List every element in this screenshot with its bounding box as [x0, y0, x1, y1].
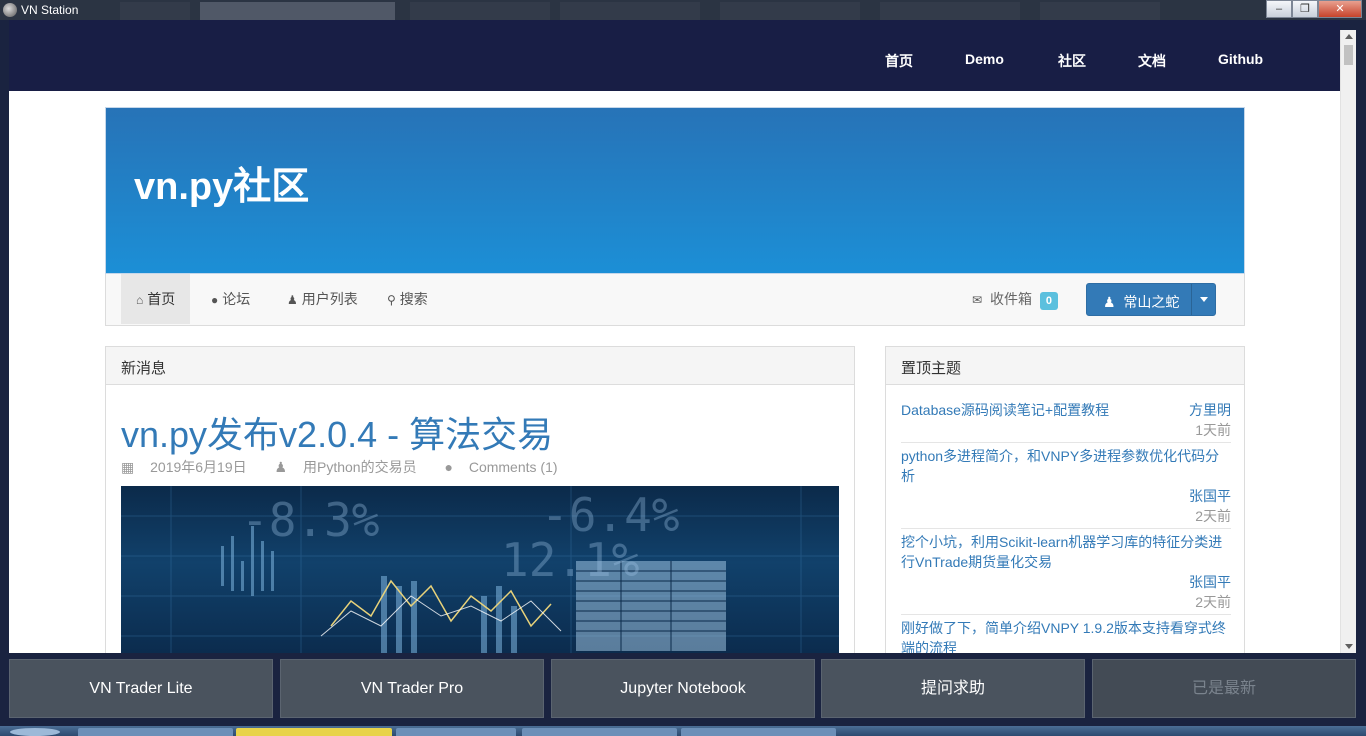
subnav-item-home[interactable]: ⌂ 首页 — [121, 274, 191, 324]
post-hero-image: -8.3% -6.4% 12.1% — [121, 486, 839, 653]
subnav-item-label: 用户列表 — [301, 291, 358, 307]
post-date-text: 2019年6月19日 — [150, 459, 247, 475]
community-banner: vn.py社区 — [105, 107, 1245, 274]
update-status-button: 已是最新 — [1092, 659, 1356, 718]
pinned-topic: 挖个小坑，利用Scikit-learn机器学习库的特征分类进行VnTrade期货… — [901, 532, 1231, 612]
comment-icon: ● — [211, 293, 219, 307]
calendar-icon: ▦ — [121, 459, 135, 475]
topnav-link-github[interactable]: Github — [1218, 51, 1263, 67]
topnav-link-docs[interactable]: 文档 — [1138, 51, 1166, 71]
taskbar-item[interactable] — [396, 728, 516, 736]
background-window-tab — [200, 2, 395, 20]
scroll-down-arrow-icon[interactable] — [1345, 644, 1353, 649]
launcher-bar: VN Trader Lite VN Trader Pro Jupyter Not… — [0, 653, 1366, 726]
user-menu-button[interactable]: ♟ 常山之蛇 — [1086, 283, 1216, 316]
post-comments[interactable]: ● Comments (1) — [444, 459, 569, 475]
subnav-item-users[interactable]: ♟ 用户列表 — [272, 274, 373, 324]
user-icon: ♟ — [1103, 294, 1116, 310]
background-window-tab — [1040, 2, 1160, 20]
search-icon: ⚲ — [387, 293, 396, 307]
envelope-icon: ✉ — [972, 293, 983, 307]
divider — [901, 528, 1231, 529]
user-icon: ♟ — [287, 293, 298, 307]
topic-author-link[interactable]: 张国平 — [901, 572, 1231, 592]
site-top-nav: 首页 Demo 社区 文档 Github — [9, 20, 1340, 91]
caret-down-icon[interactable] — [1200, 297, 1208, 302]
topic-time: 2天前 — [1195, 508, 1231, 524]
background-window-tab — [560, 2, 700, 20]
financial-chart-illustration: -8.3% -6.4%12.1% — [121, 486, 839, 653]
topic-title-link[interactable]: Database源码阅读笔记+配置教程 — [901, 400, 1109, 420]
os-taskbar — [0, 726, 1366, 736]
news-panel-header: 新消息 — [106, 347, 854, 385]
svg-text:12.1%: 12.1% — [501, 533, 639, 587]
inbox-count-badge: 0 — [1039, 292, 1058, 310]
background-window-tab — [120, 2, 190, 20]
scrollbar-thumb[interactable] — [1344, 45, 1353, 65]
scroll-up-arrow-icon[interactable] — [1345, 34, 1353, 39]
jupyter-notebook-button[interactable]: Jupyter Notebook — [551, 659, 815, 718]
community-nav: ⌂ 首页 ● 论坛 ♟ 用户列表 ⚲ 搜索 ✉ 收件箱 0 ♟ 常山之蛇 — [105, 274, 1245, 326]
subnav-item-forum[interactable]: ● 论坛 — [196, 274, 265, 324]
close-button[interactable]: ✕ — [1318, 0, 1362, 18]
banner-title: vn.py社区 — [134, 166, 310, 208]
user-menu-label: ♟ 常山之蛇 — [1103, 292, 1179, 312]
user-icon: ♟ — [274, 459, 288, 475]
inbox-link[interactable]: ✉ 收件箱 0 — [972, 274, 1058, 325]
taskbar-item[interactable] — [78, 728, 233, 736]
comment-icon: ● — [444, 459, 453, 475]
topic-title-link[interactable]: 挖个小坑，利用Scikit-learn机器学习库的特征分类进行VnTrade期货… — [901, 532, 1231, 572]
button-divider — [1191, 284, 1192, 315]
app-icon — [3, 3, 17, 17]
news-panel: 新消息 vn.py发布v2.0.4 - 算法交易 ▦ 2019年6月19日 ♟ … — [105, 346, 855, 653]
vn-trader-lite-button[interactable]: VN Trader Lite — [9, 659, 273, 718]
background-window-tab — [410, 2, 550, 20]
subnav-item-label: 搜索 — [399, 291, 428, 307]
post-meta: ▦ 2019年6月19日 ♟ 用Python的交易员 ● Comments (1… — [121, 457, 582, 477]
background-window-tab — [880, 2, 1020, 20]
svg-text:-8.3%: -8.3% — [241, 493, 379, 547]
post-date: ▦ 2019年6月19日 — [121, 459, 259, 475]
ask-help-button[interactable]: 提问求助 — [821, 659, 1085, 718]
taskbar-item[interactable] — [681, 728, 836, 736]
topic-author-link[interactable]: 方里明 — [1189, 400, 1231, 420]
home-icon: ⌂ — [136, 293, 144, 307]
subnav-item-search[interactable]: ⚲ 搜索 — [372, 274, 443, 324]
minimize-button[interactable]: – — [1266, 0, 1292, 18]
post-comments-text: Comments (1) — [468, 459, 558, 475]
window-titlebar: VN Station – ❐ ✕ — [0, 0, 1366, 20]
topic-title-link[interactable]: python多进程简介，和VNPY多进程参数优化代码分析 — [901, 446, 1231, 486]
topic-title-link[interactable]: 刚好做了下，简单介绍VNPY 1.9.2版本支持看穿式终端的流程 — [901, 618, 1231, 653]
subnav-item-label: 首页 — [147, 291, 176, 307]
pinned-topic: 刚好做了下，简单介绍VNPY 1.9.2版本支持看穿式终端的流程 — [901, 618, 1231, 653]
topic-time: 2天前 — [1195, 594, 1231, 610]
user-name: 常山之蛇 — [1123, 294, 1180, 310]
subnav-item-label: 论坛 — [222, 291, 251, 307]
vn-trader-pro-button[interactable]: VN Trader Pro — [280, 659, 544, 718]
divider — [901, 442, 1231, 443]
page-scrollbar[interactable] — [1340, 30, 1356, 653]
background-window-tab — [720, 2, 860, 20]
start-button-icon[interactable] — [10, 728, 60, 736]
topic-author-link[interactable]: 张国平 — [901, 486, 1231, 506]
inbox-label: 收件箱 — [989, 291, 1032, 307]
pinned-topics-panel: 置顶主题 Database源码阅读笔记+配置教程 方里明 1天前 python多… — [885, 346, 1245, 653]
topic-time: 1天前 — [1195, 422, 1231, 438]
taskbar-item[interactable] — [236, 728, 392, 736]
divider — [901, 614, 1231, 615]
window-title: VN Station — [21, 3, 79, 17]
topnav-link-community[interactable]: 社区 — [1058, 51, 1086, 71]
maximize-button[interactable]: ❐ — [1292, 0, 1318, 18]
pinned-panel-header: 置顶主题 — [886, 347, 1244, 385]
post-title[interactable]: vn.py发布v2.0.4 - 算法交易 — [121, 406, 553, 458]
pinned-topic: python多进程简介，和VNPY多进程参数优化代码分析 张国平 2天前 — [901, 446, 1231, 526]
post-author: ♟ 用Python的交易员 — [275, 459, 429, 475]
post-author-text: 用Python的交易员 — [302, 459, 417, 475]
topnav-link-home[interactable]: 首页 — [885, 51, 913, 71]
pinned-topic: Database源码阅读笔记+配置教程 方里明 1天前 — [901, 400, 1231, 440]
topnav-link-demo[interactable]: Demo — [965, 51, 1004, 67]
page-content: vn.py社区 ⌂ 首页 ● 论坛 ♟ 用户列表 ⚲ 搜索 ✉ 收件箱 0 ♟ 常山之蛇… — [9, 91, 1340, 653]
taskbar-item[interactable] — [522, 728, 677, 736]
